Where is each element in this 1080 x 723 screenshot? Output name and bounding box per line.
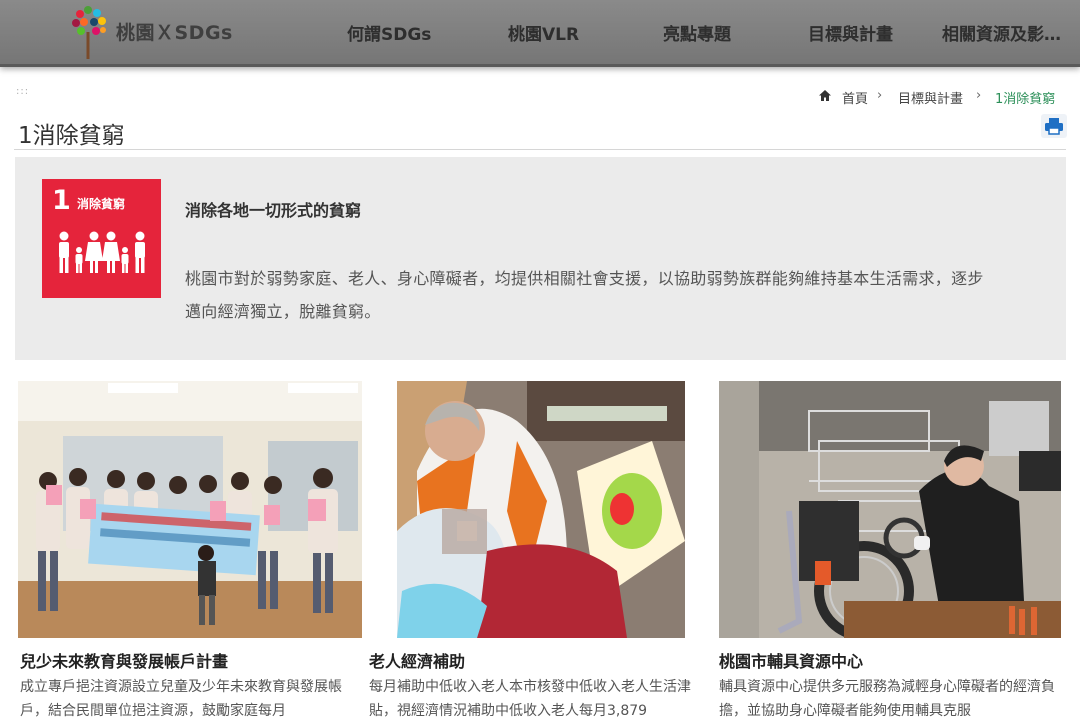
- goal-heading: 消除各地一切形式的貧窮: [185, 201, 362, 220]
- print-button[interactable]: [1041, 114, 1067, 138]
- nav-goals-plans[interactable]: 目標與計畫: [808, 20, 893, 45]
- breadcrumb-separator: ›: [976, 88, 982, 103]
- card-title-assistive-devices[interactable]: 桃園市輔具資源中心: [719, 648, 863, 672]
- breadcrumb-goals[interactable]: 目標與計畫: [898, 88, 963, 107]
- site-header: 桃園ＸSDGs 何謂SDGs 桃園VLR 亮點專題 目標與計畫 相關資源及影…: [0, 0, 1080, 67]
- printer-icon: [1045, 118, 1063, 135]
- home-icon[interactable]: [818, 89, 832, 102]
- card-photo-elderly-subsidy[interactable]: [397, 381, 685, 638]
- sdg-goal-number: 1: [52, 185, 71, 216]
- goal-description: 桃園市對於弱勢家庭、老人、身心障礙者，均提供相關社會支援，以協助弱勢族群能夠維持…: [185, 269, 984, 321]
- sdgs-tree-logo[interactable]: [70, 4, 110, 60]
- card-title-elderly-subsidy[interactable]: 老人經濟補助: [369, 648, 465, 672]
- nav-highlights[interactable]: 亮點專題: [663, 20, 731, 45]
- brand-title[interactable]: 桃園ＸSDGs: [116, 18, 233, 45]
- family-icon: [59, 231, 145, 273]
- page-title: 1消除貧窮: [18, 123, 125, 149]
- title-divider: [14, 149, 1066, 150]
- accesskey-dots[interactable]: :::: [16, 86, 29, 97]
- breadcrumb-separator: ›: [877, 88, 883, 103]
- card-text-assistive-devices: 輔具資源中心提供多元服務為減輕身心障礙者的經濟負擔，並協助身心障礙者能夠使用輔具…: [719, 679, 1055, 719]
- nav-taoyuan-vlr[interactable]: 桃園VLR: [508, 20, 579, 45]
- nav-resources[interactable]: 相關資源及影…: [942, 20, 1061, 45]
- goal-intro-panel: [15, 157, 1066, 360]
- card-photo-child-savings[interactable]: [18, 381, 362, 638]
- card-text-child-savings: 成立專戶挹注資源設立兒童及少年未來教育與發展帳戶，結合民間單位挹注資源，鼓勵家庭…: [20, 679, 342, 719]
- breadcrumb-home[interactable]: 首頁: [842, 88, 868, 107]
- sdg-goal-tile-label: 消除貧窮: [77, 197, 126, 211]
- breadcrumb-current: 1消除貧窮: [995, 92, 1056, 107]
- card-photo-assistive-devices[interactable]: [719, 381, 1061, 638]
- nav-what-is-sdgs[interactable]: 何謂SDGs: [347, 20, 431, 45]
- card-text-elderly-subsidy: 每月補助中低收入老人本市核發中低收入老人生活津貼，視經濟情況補助中低收入老人每月…: [369, 679, 691, 719]
- sdg-goal-tile: 1 消除貧窮: [42, 179, 161, 298]
- card-title-child-savings[interactable]: 兒少未來教育與發展帳戶計畫: [20, 648, 228, 672]
